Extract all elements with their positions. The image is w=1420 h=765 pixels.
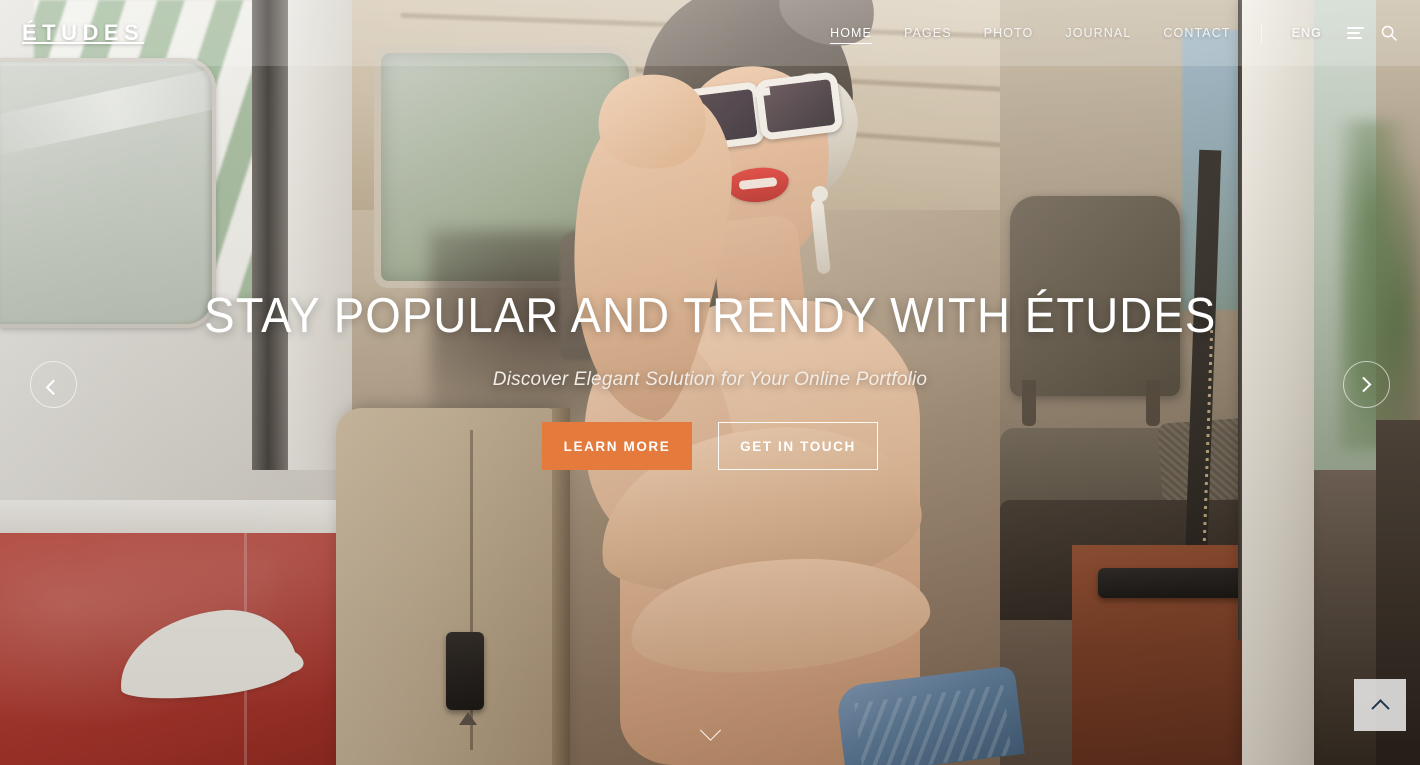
hero-button-group: LEARN MORE GET IN TOUCH <box>542 422 878 470</box>
nav-divider <box>1260 24 1262 42</box>
nav-item-home[interactable]: HOME <box>814 0 888 66</box>
hero-section: STAY POPULAR AND TRENDY WITH ÉTUDES Disc… <box>0 0 1420 765</box>
main-navigation: HOME PAGES PHOTO JOURNAL CONTACT ENG <box>814 0 1406 66</box>
scroll-down-button[interactable] <box>693 719 727 746</box>
chevron-right-icon <box>1355 376 1372 393</box>
chevron-left-icon <box>45 379 62 396</box>
nav-item-contact[interactable]: CONTACT <box>1147 0 1246 66</box>
chevron-up-icon <box>1370 698 1390 718</box>
nav-item-photo[interactable]: PHOTO <box>968 0 1050 66</box>
nav-item-journal[interactable]: JOURNAL <box>1049 0 1147 66</box>
slider-next-button[interactable] <box>1343 361 1390 408</box>
hamburger-icon <box>1346 27 1364 39</box>
search-button[interactable] <box>1372 0 1406 66</box>
search-icon <box>1381 25 1397 41</box>
page-root: ÉTUDES HOME PAGES PHOTO JOURNAL CONTACT … <box>0 0 1420 765</box>
language-selector[interactable]: ENG <box>1276 0 1338 66</box>
nav-item-pages[interactable]: PAGES <box>888 0 968 66</box>
hero-title: STAY POPULAR AND TRENDY WITH ÉTUDES <box>203 289 1217 343</box>
get-in-touch-button[interactable]: GET IN TOUCH <box>718 422 878 470</box>
back-to-top-button[interactable] <box>1354 679 1406 731</box>
site-logo[interactable]: ÉTUDES <box>22 20 144 46</box>
menu-toggle-button[interactable] <box>1338 0 1372 66</box>
hero-subtitle: Discover Elegant Solution for Your Onlin… <box>492 369 928 390</box>
learn-more-button[interactable]: LEARN MORE <box>542 422 692 470</box>
site-header: ÉTUDES HOME PAGES PHOTO JOURNAL CONTACT … <box>0 0 1420 66</box>
slider-prev-button[interactable] <box>30 361 77 408</box>
chevron-down-icon <box>699 719 721 741</box>
